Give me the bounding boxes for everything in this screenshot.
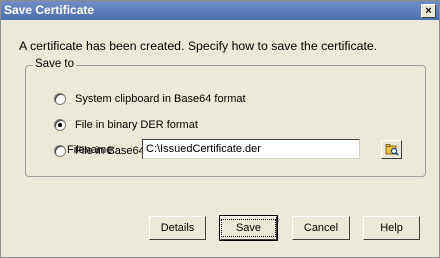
details-button[interactable]: Details bbox=[149, 216, 206, 240]
save-to-group-label: Save to bbox=[33, 58, 76, 70]
instruction-text: A certificate has been created. Specify … bbox=[19, 39, 378, 53]
title-bar[interactable]: Save Certificate × bbox=[1, 1, 439, 20]
file-base64-radio[interactable] bbox=[54, 145, 66, 157]
cancel-button[interactable]: Cancel bbox=[292, 216, 350, 240]
folder-browse-icon bbox=[385, 144, 399, 156]
option-binary-der-label: File in binary DER format bbox=[75, 119, 198, 131]
option-clipboard-label: System clipboard in Base64 format bbox=[75, 93, 246, 105]
clipboard-radio[interactable] bbox=[54, 93, 66, 105]
help-button[interactable]: Help bbox=[363, 216, 420, 240]
filename-input[interactable]: C:\IssuedCertificate.der bbox=[142, 139, 360, 159]
binary-der-radio[interactable] bbox=[54, 119, 66, 131]
dialog-title: Save Certificate bbox=[4, 3, 95, 17]
option-clipboard-base64[interactable]: System clipboard in Base64 format bbox=[54, 93, 246, 105]
close-button[interactable]: × bbox=[421, 4, 436, 18]
option-binary-der[interactable]: File in binary DER format bbox=[54, 119, 198, 131]
browse-button[interactable] bbox=[381, 140, 402, 159]
save-button[interactable]: Save bbox=[219, 215, 278, 241]
save-certificate-dialog: Save Certificate × A certificate has bee… bbox=[0, 0, 440, 258]
save-button-label: Save bbox=[220, 219, 277, 237]
filename-label: Filename: bbox=[67, 144, 116, 156]
